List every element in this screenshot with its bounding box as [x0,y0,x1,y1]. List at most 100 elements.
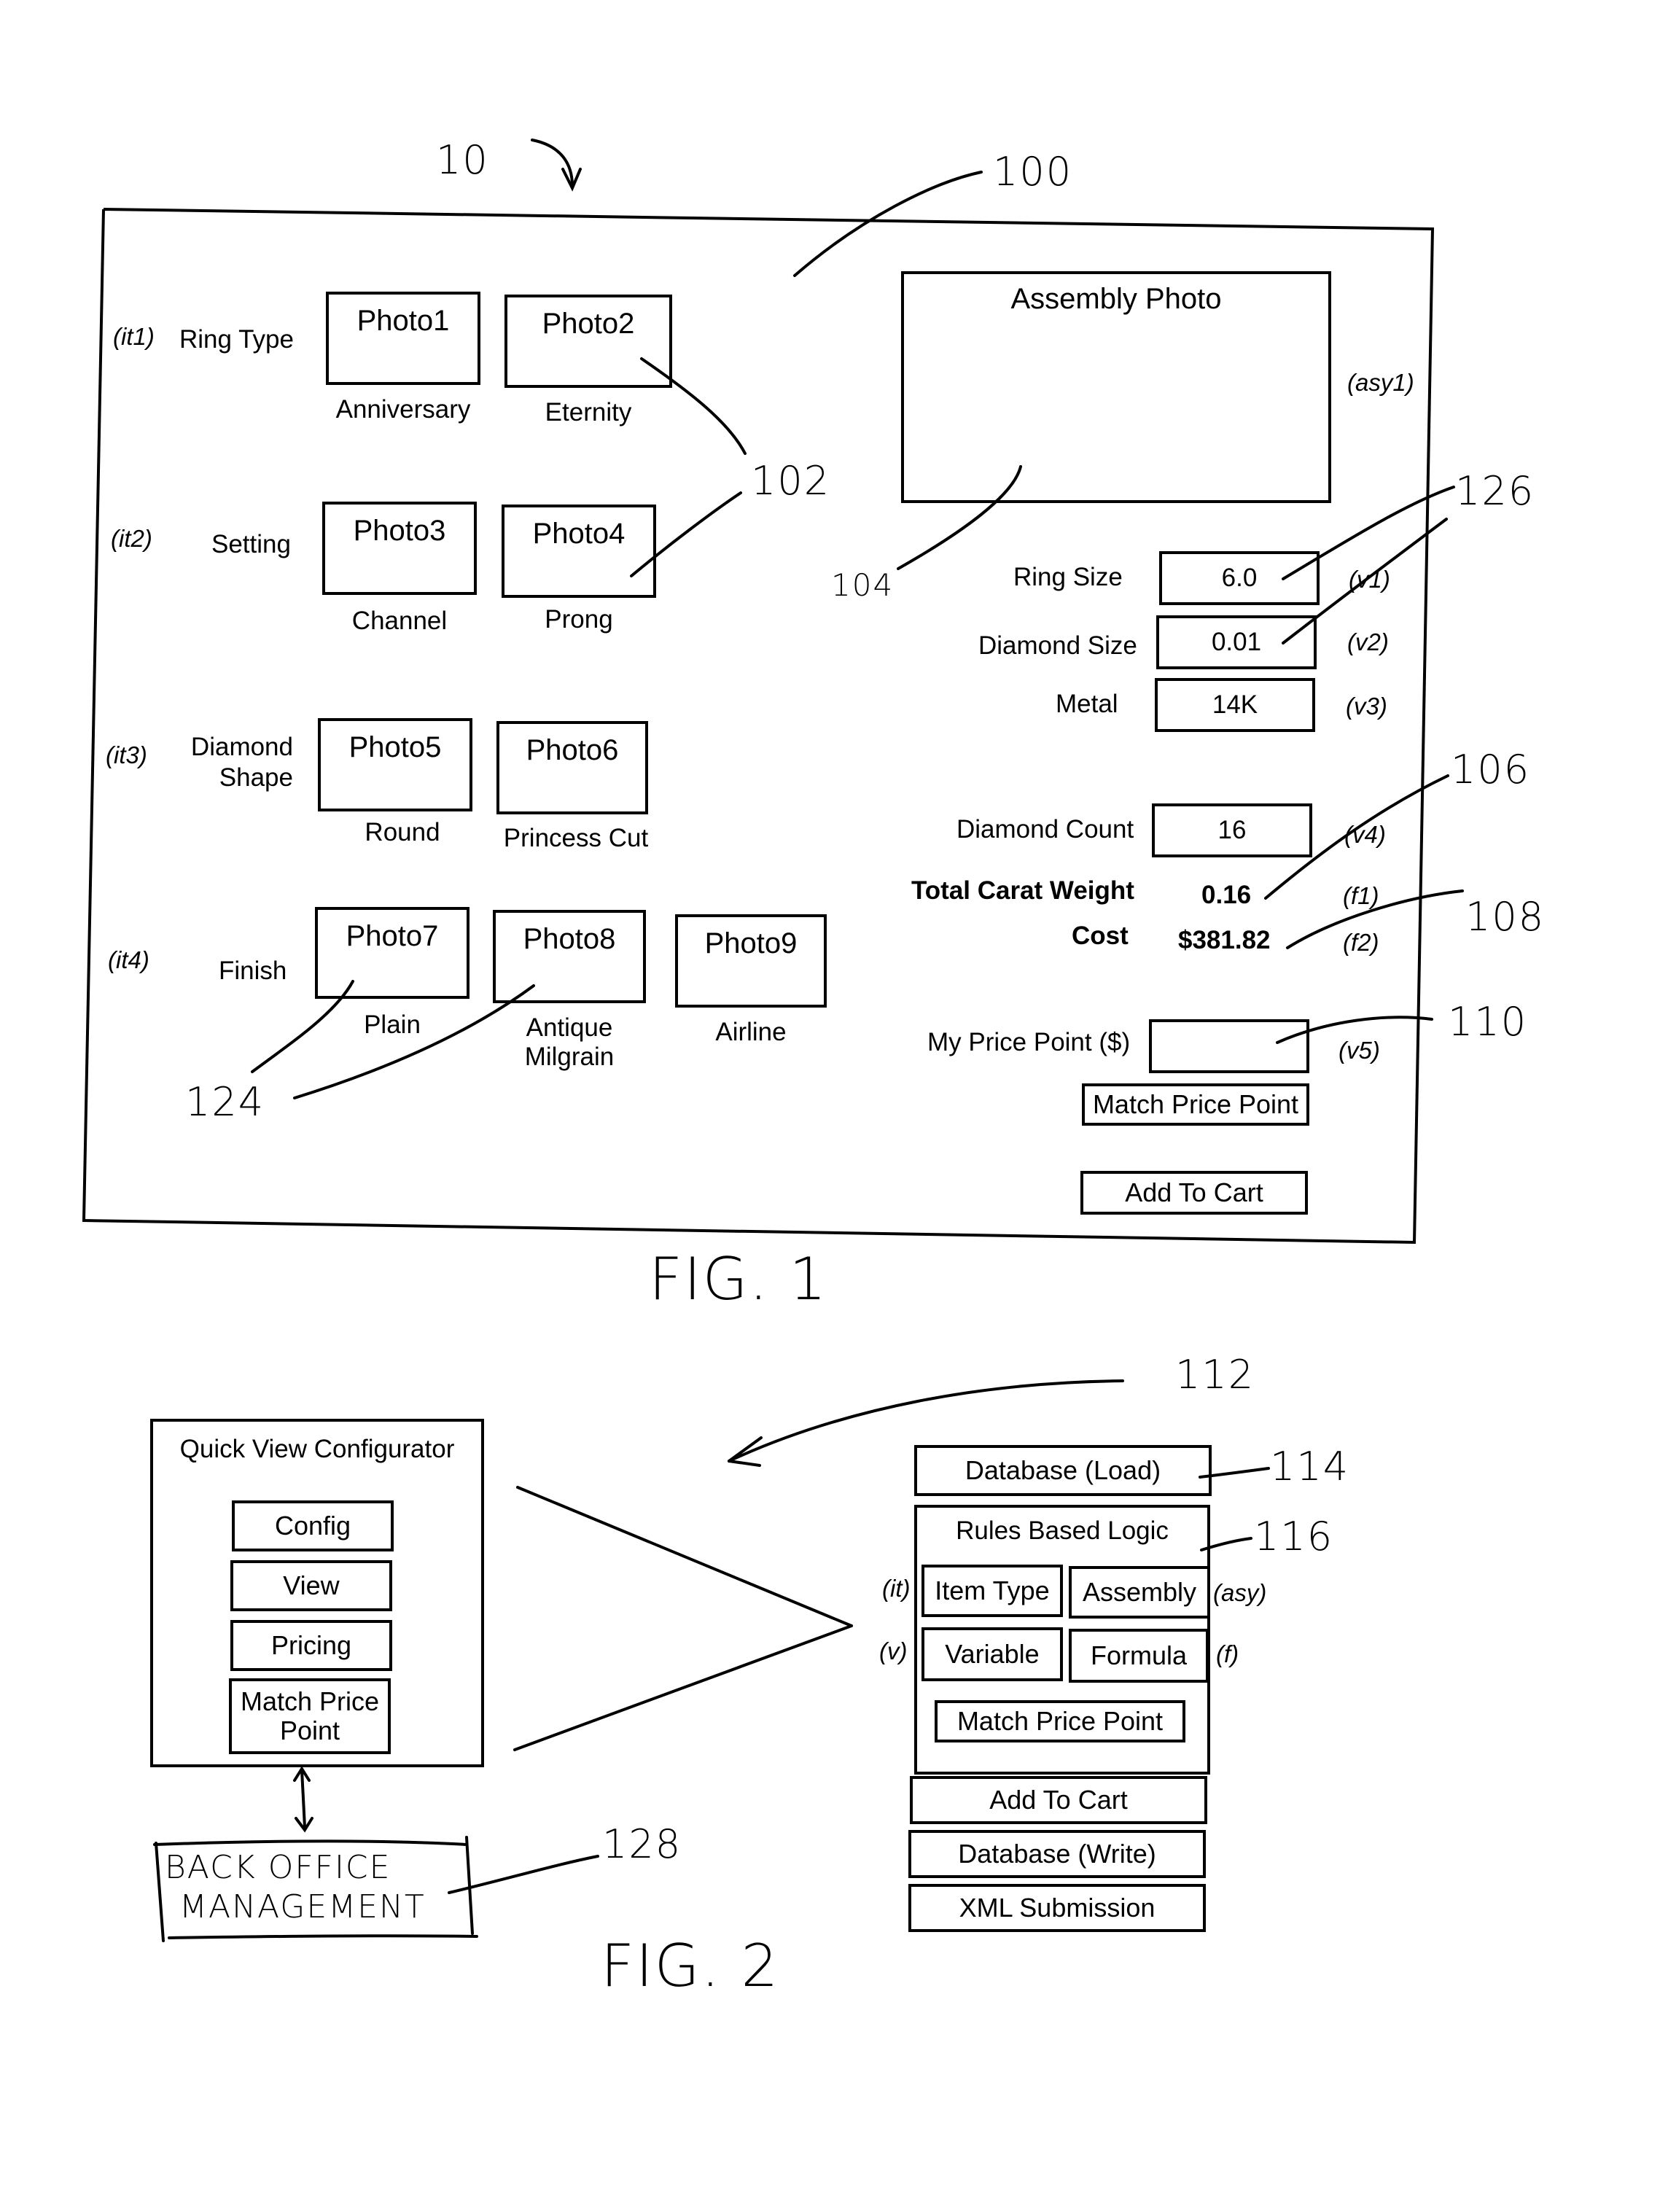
arrow-10-head [561,168,582,192]
photo-option-eternity[interactable]: Photo2 [504,295,672,388]
row-label-setting: Setting [211,530,291,558]
wedge-line-bottom [513,1624,853,1751]
photo-placeholder: Photo5 [348,731,442,763]
option-caption: Round [365,818,440,846]
row-code: (it2) [111,525,152,552]
xml-submission-box: XML Submission [908,1884,1206,1932]
price-point-input[interactable] [1149,1019,1309,1073]
ref-label-116: 116 [1254,1514,1334,1559]
formula-box: Formula [1069,1629,1209,1683]
ref-label-114: 114 [1270,1444,1350,1489]
metal-field[interactable]: 14K [1155,678,1315,732]
photo-placeholder: Photo6 [526,734,619,766]
diamond-count-field[interactable]: 16 [1152,803,1312,857]
photo-option-prong[interactable]: Photo4 [502,505,656,598]
row-label-ring-type: Ring Type [179,325,294,354]
database-write-box: Database (Write) [908,1830,1206,1878]
photo-option-round[interactable]: Photo5 [318,718,472,811]
add-to-cart-button[interactable]: Add To Cart [1080,1171,1308,1215]
photo-option-channel[interactable]: Photo3 [322,502,477,595]
button-line: Match Price [240,1686,380,1716]
item-type-box: Item Type [921,1565,1063,1617]
option-caption: Plain [364,1010,421,1039]
pricing-button[interactable]: Pricing [230,1620,392,1671]
photo-option-anniversary[interactable]: Photo1 [326,292,480,385]
button-line: Point [279,1716,340,1745]
match-price-point-button[interactable]: Match Price Point [1082,1083,1309,1126]
ref-label-124: 124 [185,1079,265,1125]
photo-option-antique-milgrain[interactable]: Photo8 [493,910,646,1003]
photo-placeholder: Photo3 [353,515,446,547]
row-label-finish: Finish [219,957,287,985]
ref-label-128: 128 [602,1821,682,1867]
match-price-point-button[interactable]: Match Price Point [229,1678,391,1754]
option-caption: Channel [351,607,448,635]
diamond-size-field[interactable]: 0.01 [1156,615,1317,669]
wedge-line-top [516,1486,853,1627]
arrow-10 [531,139,574,187]
view-button[interactable]: View [230,1560,392,1611]
ref-label-112: 112 [1175,1352,1255,1398]
back-office-line2: MANAGEMENT [179,1888,426,1925]
option-caption: Prong [545,605,613,634]
match-price-point-rule: Match Price Point [935,1700,1185,1742]
leader-128 [448,1855,599,1894]
formula-code: (f1) [1343,882,1379,909]
variable-code: (v2) [1347,628,1389,655]
photo-placeholder: Photo4 [532,518,626,550]
configurator-title: Quick View Configurator [179,1435,455,1463]
option-caption: Anniversary [335,395,471,424]
row-code: (it4) [108,946,149,973]
variable-box: Variable [921,1627,1063,1681]
assembly-photo: Assembly Photo [901,271,1331,503]
total-carat-weight-value: 0.16 [1201,881,1252,909]
formula-label-cost: Cost [1072,922,1129,950]
ref-label-126: 126 [1455,468,1535,514]
variable-code: (v1) [1349,566,1390,593]
fig1-configurator-window: (it1) Ring Type Photo1 Anniversary Photo… [0,0,1660,1313]
ref-label-106: 106 [1451,747,1531,792]
ref-label-100: 100 [993,149,1073,195]
photo-placeholder: Photo9 [704,927,798,959]
ref-label-10: 10 [436,137,489,183]
photo-placeholder: Photo1 [356,305,450,337]
photo-placeholder: Photo8 [523,923,616,955]
caption-line: Antique [526,1013,613,1042]
label-line: Shape [219,763,293,792]
variable-label-ring-size: Ring Size [1013,563,1123,591]
back-office-management-box: BACK OFFICE MANAGEMENT [157,1840,471,1933]
ring-size-field[interactable]: 6.0 [1159,551,1320,605]
photo-placeholder: Photo2 [542,308,635,340]
ref-label-102: 102 [751,458,831,504]
label-line: Diamond [190,733,293,761]
formula-code: (f2) [1343,929,1379,956]
add-to-cart-box: Add To Cart [910,1776,1207,1824]
option-caption: Eternity [545,398,632,427]
caption-line: Milgrain [524,1043,615,1071]
row-code: (it1) [113,323,155,350]
photo-placeholder: Photo7 [346,920,439,952]
formula-label-total-carat-weight: Total Carat Weight [911,876,1134,905]
arrow-112-head [728,1436,763,1467]
double-arrow [300,1769,306,1829]
config-button[interactable]: Config [232,1500,394,1551]
assembly-code: (asy1) [1347,369,1414,396]
photo-option-plain[interactable]: Photo7 [315,907,469,999]
assembly-box: Assembly [1069,1566,1210,1619]
database-load-box: Database (Load) [914,1445,1212,1496]
option-caption: Princess Cut [503,824,649,852]
leader-100 [793,171,983,277]
row-label-diamond-shape: Diamond Shape [175,732,293,793]
item-type-code: (it) [882,1575,911,1602]
assembly-code: (asy) [1213,1579,1267,1606]
variable-label-diamond-size: Diamond Size [978,631,1137,660]
photo-option-princess-cut[interactable]: Photo6 [496,721,648,814]
ref-label-108: 108 [1465,894,1546,940]
photo-option-airline[interactable]: Photo9 [675,914,827,1008]
back-office-line1: BACK OFFICE [165,1849,391,1886]
ref-label-110: 110 [1448,999,1528,1045]
option-caption: Antique Milgrain [493,1013,646,1072]
double-arrow-heads [293,1766,313,1833]
assembly-photo-title: Assembly Photo [1010,283,1222,315]
ref-label-104: 104 [831,567,895,603]
